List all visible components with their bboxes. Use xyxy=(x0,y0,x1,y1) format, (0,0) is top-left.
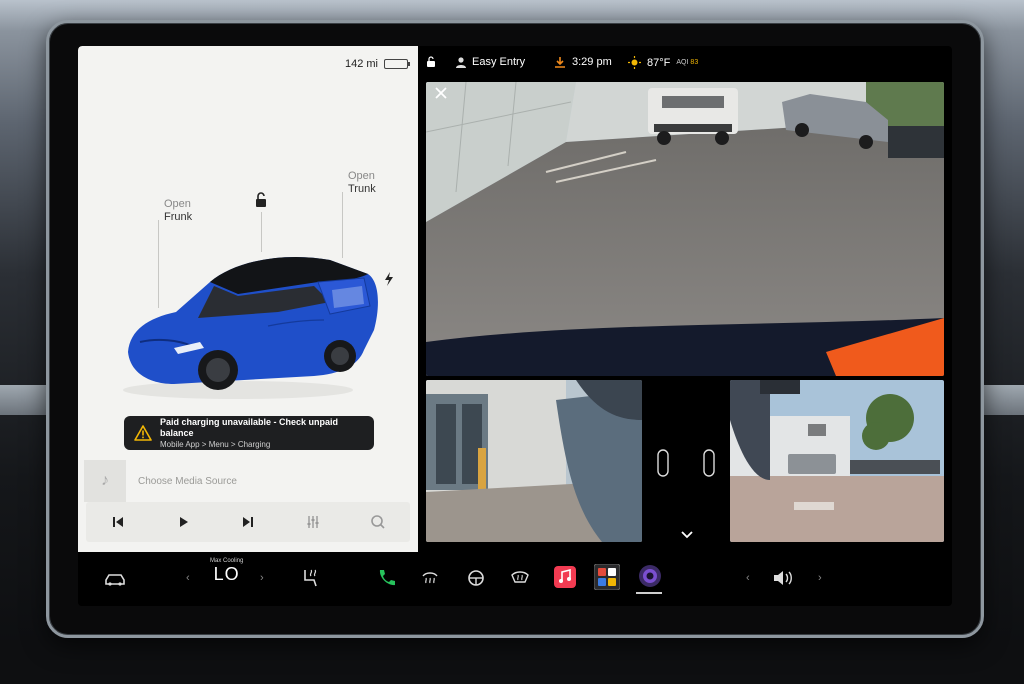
left-repeater-camera-view xyxy=(426,380,642,542)
defrost-front-icon[interactable] xyxy=(510,568,530,588)
dashboard-bottom xyxy=(0,640,1024,684)
right-repeater-camera-view xyxy=(730,380,944,542)
weather: 87°F AQI 83 xyxy=(628,56,698,69)
left-camera-car-icon xyxy=(657,449,669,477)
search-icon[interactable] xyxy=(368,512,388,532)
aqi-label: AQI xyxy=(676,59,689,66)
media-controls xyxy=(86,502,410,542)
trunk-action-label: Open xyxy=(348,170,375,182)
profile-name: Easy Entry xyxy=(472,56,526,68)
clock: 3:29 pm xyxy=(554,56,612,68)
bottom-dock: ‹ Max Cooling LO › ‹ › xyxy=(78,552,952,606)
car-icon[interactable] xyxy=(104,572,126,586)
range-value: 142 mi xyxy=(344,58,378,70)
charging-alert[interactable]: Paid charging unavailable - Check unpaid… xyxy=(124,416,374,450)
open-trunk-button[interactable]: Open Trunk xyxy=(348,170,376,196)
media-source-selector[interactable]: ♪ Choose Media Source xyxy=(84,460,412,502)
active-app-indicator xyxy=(636,592,662,594)
music-icon[interactable] xyxy=(554,566,576,588)
battery-icon xyxy=(384,59,410,69)
frunk-action-label: Open xyxy=(164,198,191,210)
climate-temperature: LO xyxy=(213,564,240,584)
phone-icon[interactable] xyxy=(376,568,396,588)
profile-icon xyxy=(456,56,466,68)
rear-camera-view xyxy=(426,82,944,376)
car-model-illustration xyxy=(123,256,378,399)
unlocked-icon xyxy=(427,56,435,67)
volume-decrease-arrow[interactable]: ‹ xyxy=(746,572,750,584)
equalizer-icon[interactable] xyxy=(303,512,323,532)
alert-subtitle: Mobile App > Menu > Charging xyxy=(160,439,271,449)
media-source-label: Choose Media Source xyxy=(138,475,237,487)
next-track-icon[interactable] xyxy=(238,512,258,532)
previous-track-icon[interactable] xyxy=(108,512,128,532)
camera-icon[interactable] xyxy=(638,564,662,588)
climate-control[interactable]: Max Cooling LO xyxy=(210,558,243,585)
music-note-icon: ♪ xyxy=(84,460,126,502)
defrost-rear-icon[interactable] xyxy=(420,568,440,588)
sun-icon xyxy=(628,56,641,69)
car-status-panel: 142 mi Open Frunk Open Trunk Paid chargi… xyxy=(78,46,418,552)
volume-increase-arrow[interactable]: › xyxy=(818,572,822,584)
steering-heat-icon[interactable] xyxy=(466,568,486,588)
temp-decrease-arrow[interactable]: ‹ xyxy=(186,572,190,584)
frunk-label: Frunk xyxy=(164,211,193,223)
apps-icon[interactable] xyxy=(594,564,620,590)
touchscreen: 142 mi Open Frunk Open Trunk Paid chargi… xyxy=(78,46,952,606)
lock-status[interactable] xyxy=(426,56,436,68)
open-frunk-button[interactable]: Open Frunk xyxy=(164,198,192,224)
outside-temperature: 87°F xyxy=(647,56,671,69)
aqi-value: 83 xyxy=(690,59,699,66)
warning-icon xyxy=(134,425,152,441)
driver-profile[interactable]: Easy Entry xyxy=(456,56,525,68)
right-camera-car-icon xyxy=(703,449,715,477)
status-bar: Easy Entry 3:29 pm 87°F AQI 83 xyxy=(422,50,952,78)
range-indicator: 142 mi xyxy=(344,58,410,70)
play-icon[interactable] xyxy=(173,512,193,532)
alert-title: Paid charging unavailable - Check unpaid… xyxy=(160,416,339,438)
unlock-icon[interactable] xyxy=(254,192,268,208)
seat-heat-icon[interactable] xyxy=(302,568,320,588)
chevron-down-icon[interactable] xyxy=(680,530,694,540)
close-camera-icon[interactable] xyxy=(434,86,448,100)
trunk-label: Trunk xyxy=(348,183,376,195)
download-update-icon[interactable] xyxy=(554,56,566,68)
time: 3:29 pm xyxy=(572,56,612,68)
temp-increase-arrow[interactable]: › xyxy=(260,572,264,584)
volume-icon[interactable] xyxy=(772,568,794,588)
